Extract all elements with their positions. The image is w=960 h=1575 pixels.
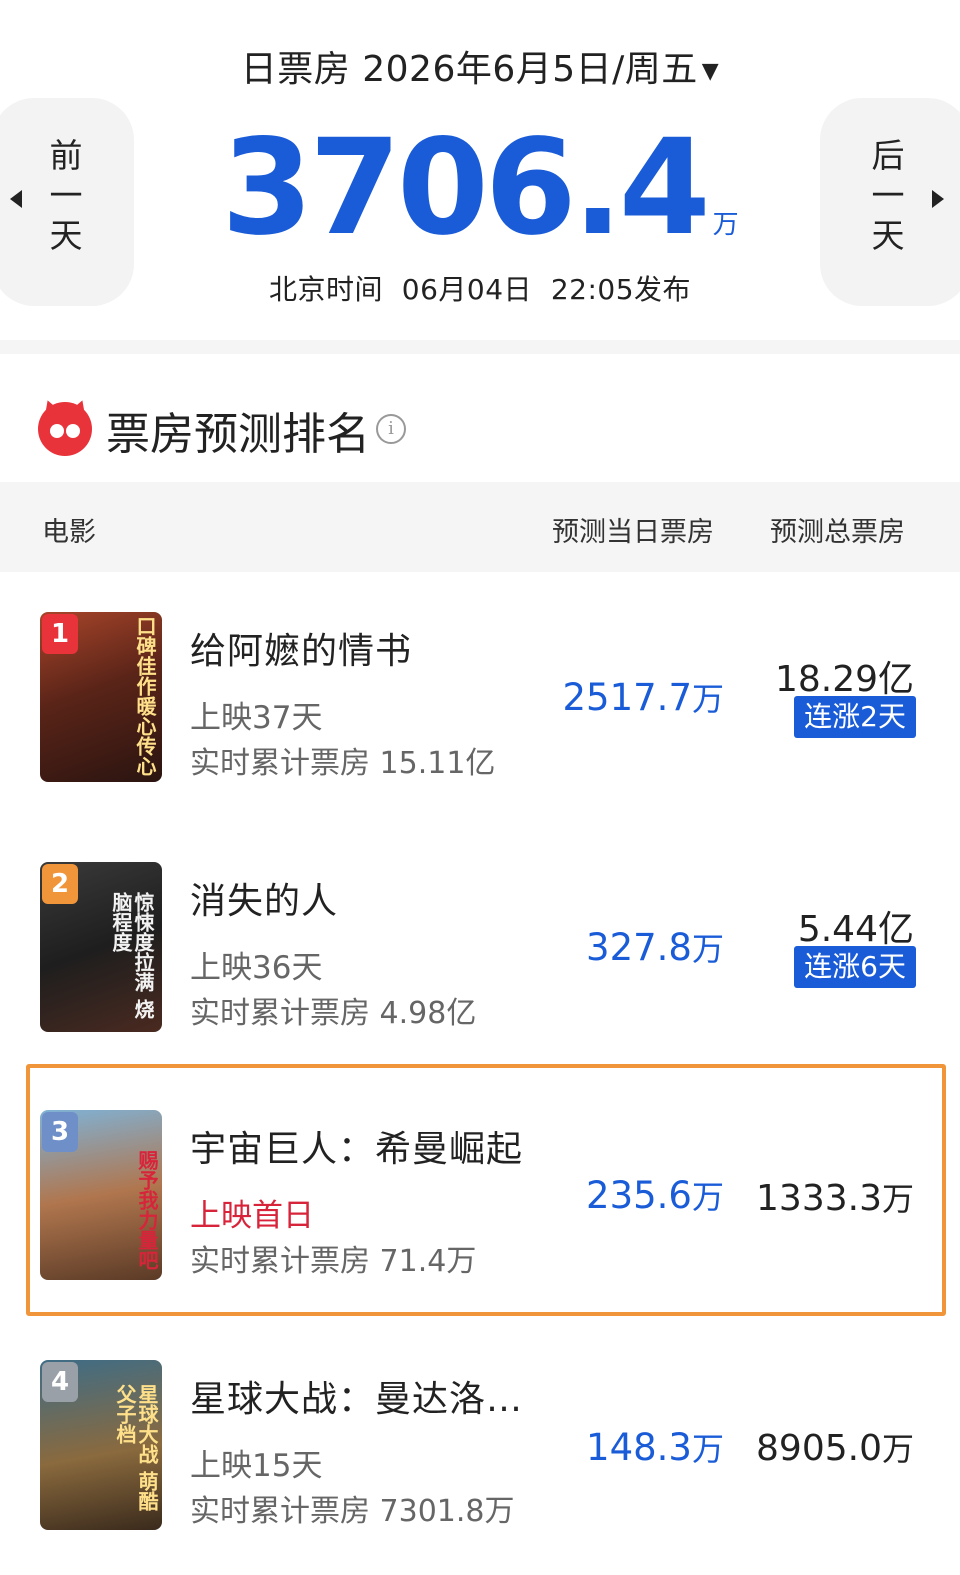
total-forecast-unit: 万 [881,1180,914,1218]
col-total-forecast[interactable]: 预测总票房 [770,510,905,549]
poster-text: 星球大战 萌酷父子档 [113,1384,159,1511]
total-forecast-value: 1333.3 [756,1178,882,1219]
release-days: 上映36天 [190,950,323,986]
day-forecast: 2517.7万 [563,674,724,720]
movie-title: 消失的人 [190,881,339,922]
movie-poster: 星球大战 萌酷父子档 4 [40,1360,162,1530]
total-forecast: 18.29亿 [774,659,914,700]
trend-badge: 连涨2天 [794,696,916,738]
movie-poster: 口碑佳作暖心传心 1 [40,612,162,782]
total-forecast-unit: 万 [881,1430,914,1468]
movie-poster: 赐予我力量吧 3 [40,1110,162,1280]
rank-badge: 3 [42,1112,78,1152]
col-day-forecast[interactable]: 预测当日票房 [552,510,714,549]
release-days: 上映15天 [190,1448,323,1484]
day-forecast-unit: 万 [691,1178,724,1216]
total-unit: 万 [712,210,739,240]
date-selector[interactable]: 日票房 2026年6月5日/周五 ▼ [0,40,960,92]
movie-title: 星球大战：曼达洛… [190,1379,524,1420]
poster-text: 惊悚度拉满 烧脑程度 [109,892,155,1019]
rank-badge: 1 [42,614,78,654]
poster-text: 口碑佳作暖心传心 [133,616,157,776]
day-forecast: 148.3万 [586,1424,724,1470]
date-label: 日票房 2026年6月5日/周五 [240,49,698,90]
day-forecast-value: 235.6 [586,1174,692,1217]
movie-title: 给阿嬷的情书 [190,631,413,672]
movie-row[interactable]: 星球大战 萌酷父子档 4 星球大战：曼达洛… 上映15天 实时累计票房 7301… [0,1340,960,1575]
release-days: 上映首日 [190,1198,314,1234]
cumulative-box-office: 实时累计票房 71.4万 [190,1244,477,1279]
section-title: 票房预测排名 [106,409,370,460]
rank-badge: 4 [42,1362,78,1402]
day-forecast-unit: 万 [691,680,724,718]
day-forecast-value: 2517.7 [562,676,692,719]
release-days: 上映37天 [190,700,323,736]
maoyan-cat-logo-icon [38,397,92,456]
day-forecast: 235.6万 [586,1172,724,1218]
movie-poster: 惊悚度拉满 烧脑程度 2 [40,862,162,1032]
trend-badge: 连涨6天 [794,946,916,988]
movie-title: 宇宙巨人：希曼崛起 [190,1129,524,1170]
total-forecast: 5.44亿 [797,909,914,950]
movie-row[interactable]: 惊悚度拉满 烧脑程度 2 消失的人 上映36天 实时累计票房 4.98亿 327… [0,840,960,1090]
day-forecast-unit: 万 [691,1430,724,1468]
total-forecast: 1333.3万 [756,1174,914,1220]
cumulative-box-office: 实时累计票房 7301.8万 [190,1494,515,1529]
day-forecast-value: 148.3 [586,1426,692,1469]
movie-row[interactable]: 赐予我力量吧 3 宇宙巨人：希曼崛起 上映首日 实时累计票房 71.4万 235… [0,1090,960,1340]
cumulative-box-office: 实时累计票房 15.11亿 [190,746,496,781]
day-forecast-unit: 万 [691,930,724,968]
total-box-office: 3706.4 万 [0,118,960,258]
movie-row[interactable]: 口碑佳作暖心传心 1 给阿嬷的情书 上映37天 实时累计票房 15.11亿 25… [0,590,960,840]
total-forecast: 8905.0万 [756,1424,914,1470]
table-header: 电影 预测当日票房 预测总票房 [0,482,960,572]
poster-text: 赐予我力量吧 [135,1150,159,1270]
day-forecast-value: 327.8 [586,926,692,969]
divider [0,340,960,354]
rank-badge: 2 [42,864,78,904]
caret-down-icon: ▼ [701,58,720,84]
total-value: 3706.4 [221,111,710,265]
publish-time: 北京时间 06月04日 22:05发布 [268,273,692,306]
cumulative-box-office: 实时累计票房 4.98亿 [190,996,477,1031]
total-forecast-value: 8905.0 [756,1428,882,1469]
col-movie: 电影 [42,517,96,548]
info-icon[interactable]: i [376,414,406,444]
day-forecast: 327.8万 [586,924,724,970]
